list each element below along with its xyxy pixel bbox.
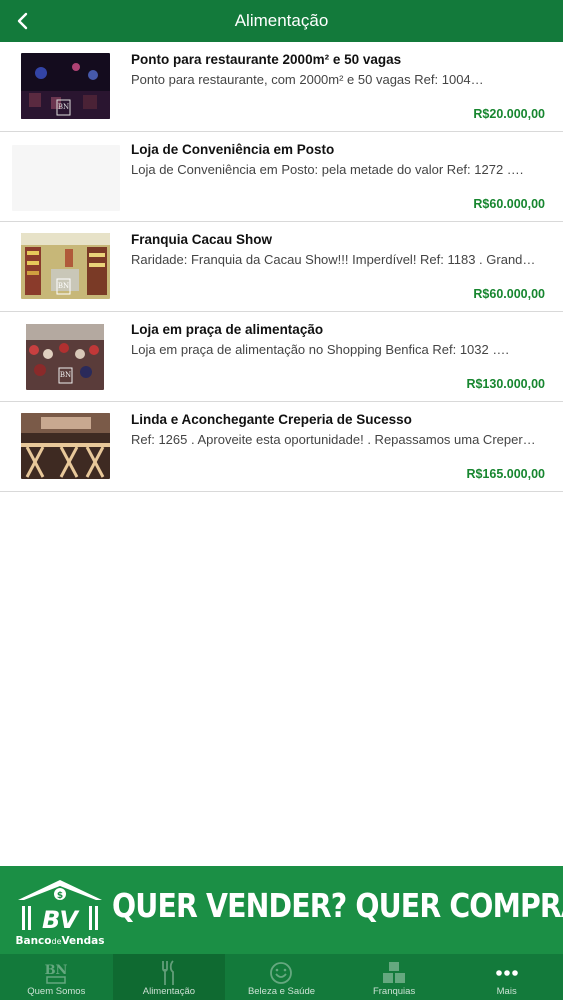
more-dots-icon (495, 970, 518, 976)
listing-list: BN Ponto para restaurante 2000m² e 50 va… (0, 42, 563, 492)
promo-banner[interactable]: $ BV BancodeVendas QUER VENDER? QUER COM… (0, 866, 563, 954)
listing-price: R$20.000,00 (473, 107, 545, 121)
listing-description: Loja em praça de alimentação no Shopping… (131, 342, 509, 357)
listing-title: Loja de Conveniência em Posto (131, 142, 335, 157)
listing-price: R$60.000,00 (473, 197, 545, 211)
tab-beleza-saude[interactable]: Beleza e Saúde (225, 954, 338, 1000)
listing-title: Franquia Cacau Show (131, 232, 273, 247)
svg-text:BN: BN (58, 103, 69, 111)
tab-label: Beleza e Saúde (247, 986, 316, 997)
tab-quem-somos[interactable]: BN Quem Somos (0, 954, 113, 1000)
tab-label: Franquias (372, 986, 416, 997)
listing-thumbnail: BN (26, 324, 104, 390)
logo-letters: BV (42, 906, 80, 934)
listing-title: Linda e Aconchegante Creperia de Sucesso (131, 412, 412, 427)
listing-title: Ponto para restaurante 2000m² e 50 vagas (131, 52, 402, 67)
logo-text-vendas: Vendas (62, 935, 105, 947)
listing-description: Loja de Conveniência em Posto: pela meta… (131, 162, 524, 177)
listing-thumbnail: BN (21, 233, 110, 299)
svg-text:BN: BN (58, 282, 69, 290)
tab-franquias[interactable]: Franquias (338, 954, 451, 1000)
listing-price: R$130.000,00 (466, 377, 545, 391)
tab-label: Alimentação (142, 986, 196, 997)
tab-label: Mais (496, 986, 517, 997)
banco-de-vendas-logo: $ BV BancodeVendas (15, 880, 105, 947)
listing-row[interactable]: Linda e Aconchegante Creperia de Sucesso… (0, 402, 563, 492)
svg-text:$: $ (57, 891, 63, 901)
fork-knife-icon (161, 960, 174, 985)
listing-description: Ponto para restaurante, com 2000m² e 50 … (131, 72, 484, 87)
logo-text-banco: Banco (15, 935, 51, 947)
svg-text:BN: BN (60, 371, 71, 379)
listing-row[interactable]: BN Loja em praça de alimentação Loja em … (0, 312, 563, 402)
logo-text-de: de (52, 937, 62, 946)
listing-description: Raridade: Franquia da Cacau Show!!! Impe… (131, 252, 536, 267)
banner-slogan: QUER VENDER? QUER COMPRAR? (112, 886, 563, 925)
tab-bar: BN Quem Somos Alimentação Beleza e Saúde… (0, 954, 563, 1000)
listing-row[interactable]: BN Ponto para restaurante 2000m² e 50 va… (0, 42, 563, 132)
listing-title: Loja em praça de alimentação (131, 322, 324, 337)
tab-alimentacao[interactable]: Alimentação (112, 954, 226, 1000)
boxes-icon (383, 962, 406, 983)
tab-mais[interactable]: Mais (450, 954, 563, 1000)
listing-row[interactable]: Loja de Conveniência em Posto Loja de Co… (0, 132, 563, 222)
svg-text:BancodeVendas: BancodeVendas (15, 935, 104, 947)
listing-thumbnail: BN (21, 53, 110, 119)
bn-logo-icon: BN (45, 963, 68, 984)
listing-price: R$165.000,00 (466, 467, 545, 481)
listing-thumbnail-placeholder (12, 145, 120, 211)
beauty-icon (270, 962, 293, 984)
svg-text:BN: BN (45, 963, 68, 978)
nav-bar: Alimentação (0, 0, 563, 42)
listing-price: R$60.000,00 (473, 287, 545, 301)
page-title: Alimentação (234, 11, 329, 30)
listing-description: Ref: 1265 . Aproveite esta oportunidade!… (131, 432, 536, 447)
tab-label: Quem Somos (27, 986, 86, 997)
listing-thumbnail (21, 413, 110, 479)
listing-row[interactable]: BN Franquia Cacau Show Raridade: Franqui… (0, 222, 563, 312)
